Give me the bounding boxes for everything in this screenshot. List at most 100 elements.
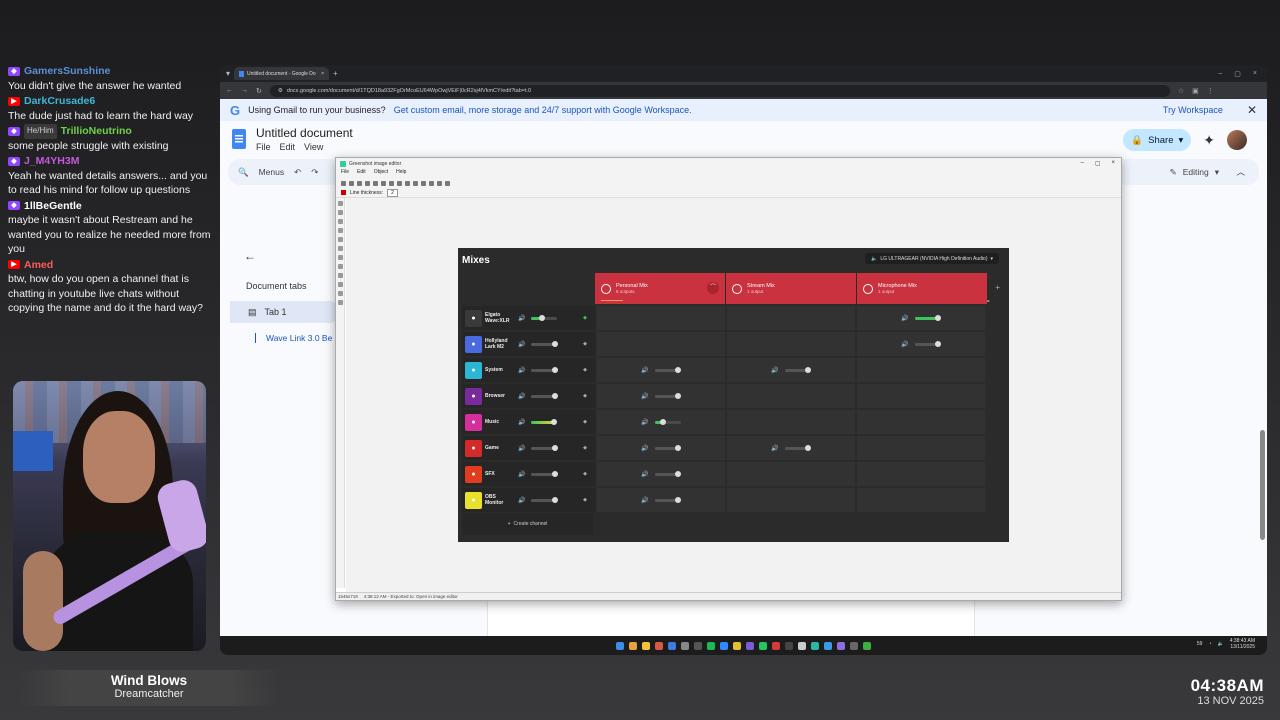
mix-cell[interactable] (727, 462, 855, 486)
chat-username[interactable]: TrillioNeutrino (61, 124, 132, 139)
slider-knob[interactable] (805, 367, 812, 373)
channel-link-icon[interactable]: ◆ (583, 315, 587, 321)
mix-speaker-icon[interactable]: 🔊 (641, 393, 648, 400)
email-icon[interactable] (429, 180, 434, 186)
highlight-tool-icon[interactable] (338, 282, 343, 287)
slider-knob[interactable] (675, 393, 682, 399)
mix-cell[interactable]: 🔊 (727, 358, 855, 382)
app-icon-7[interactable] (746, 641, 754, 650)
slider-knob[interactable] (551, 367, 558, 373)
share-icon[interactable] (421, 180, 426, 186)
mix-header-2[interactable]: Microphone Mix 1 output (857, 273, 987, 304)
volume-slider[interactable] (531, 419, 558, 425)
mix-cell[interactable] (597, 306, 725, 330)
mix-header-1[interactable]: Stream Mix 1 output (726, 273, 856, 304)
editor-canvas[interactable]: Mixes 🔈 LG ULTRAGEAR (NVIDIA High Defini… (346, 198, 1121, 592)
slider-knob[interactable] (551, 471, 558, 477)
tab-search-icon[interactable]: ▾ (226, 69, 230, 78)
avatar[interactable] (1227, 130, 1247, 150)
editor-menu-edit[interactable]: Edit (357, 169, 366, 178)
channel-link-icon[interactable]: ◆ (583, 445, 587, 451)
banner-close-icon[interactable]: ✕ (1247, 103, 1257, 117)
crop-tool-icon[interactable] (338, 300, 343, 305)
slider-knob[interactable] (675, 367, 682, 373)
docs-logo-icon[interactable] (232, 129, 246, 149)
app-icon-3[interactable] (681, 641, 689, 650)
channel-link-icon[interactable]: ◆ (583, 419, 587, 425)
mix-cell[interactable] (727, 410, 855, 434)
channel-strip[interactable]: ● OBS Monitor 🔊 ◆ (462, 488, 595, 512)
line-thickness-value[interactable]: 2 (387, 188, 398, 197)
docs-menu-edit[interactable]: Edit (280, 142, 296, 152)
upload-icon[interactable] (413, 180, 418, 186)
copy-icon[interactable] (349, 180, 354, 186)
slider-knob[interactable] (550, 419, 557, 425)
app-icon-4[interactable] (694, 641, 702, 650)
crop-icon[interactable] (397, 180, 402, 186)
channel-link-icon[interactable]: ◆ (583, 497, 587, 503)
chat-username[interactable]: DarkCrusade6 (24, 94, 95, 109)
ear-monitor-icon[interactable]: ⌒ (707, 282, 719, 294)
mix-cell[interactable]: 🔊 (857, 332, 985, 356)
mix-cell[interactable]: 🔊 (597, 384, 725, 408)
collapse-toolbar-icon[interactable]: ︿ (1236, 166, 1245, 178)
obfuscate-tool-icon[interactable] (338, 291, 343, 296)
channel-mute-icon[interactable]: 🔊 (518, 315, 525, 322)
chrome-icon[interactable] (629, 641, 637, 650)
back-icon[interactable]: ← (226, 87, 233, 94)
share-button[interactable]: 🔒 Share ▾ (1123, 129, 1192, 151)
mix-cell[interactable]: 🔊 (597, 488, 725, 512)
output-device-select[interactable]: 🔈 LG ULTRAGEAR (NVIDIA High Definition A… (865, 253, 999, 264)
channel-mute-icon[interactable]: 🔊 (518, 367, 525, 374)
greenshot-taskbar-icon[interactable] (863, 641, 871, 650)
channel-mute-icon[interactable]: 🔊 (518, 497, 525, 504)
app-icon-6[interactable] (733, 641, 741, 650)
line-color-icon[interactable] (341, 190, 346, 195)
close-icon[interactable]: × (1253, 70, 1257, 78)
editor-menu-object[interactable]: Object (374, 169, 388, 178)
arrow-tool-icon[interactable] (338, 237, 343, 242)
redo-icon[interactable]: ↷ (311, 167, 318, 178)
gemini-icon[interactable]: ✦ (1203, 132, 1215, 149)
editor-menu-file[interactable]: File (341, 169, 349, 178)
volume-slider[interactable] (654, 471, 682, 477)
mix-cell[interactable] (727, 384, 855, 408)
app-icon-5[interactable] (720, 641, 728, 650)
mix-cell[interactable] (727, 488, 855, 512)
volume-slider[interactable] (531, 445, 558, 451)
mix-cell[interactable]: 🔊 (597, 436, 725, 460)
slider-knob[interactable] (538, 315, 545, 321)
app-icon-13[interactable] (824, 641, 832, 650)
try-workspace-link[interactable]: Try Workspace (1163, 105, 1223, 115)
cut-icon[interactable] (365, 180, 370, 186)
mix-speaker-icon[interactable]: 🔊 (901, 341, 908, 348)
clipboard-icon[interactable] (437, 180, 442, 186)
mix-header-0[interactable]: Personal Mix 6 outputs ⌒ (595, 273, 725, 304)
chat-username[interactable]: 1llBeGentle (24, 199, 82, 214)
slider-knob[interactable] (675, 445, 682, 451)
speechbubble-tool-icon[interactable] (338, 264, 343, 269)
slider-knob[interactable] (551, 497, 558, 503)
redo-icon[interactable] (389, 180, 394, 186)
channel-strip[interactable]: ● Hollyland Lark M2 🔊 ◆ (462, 332, 595, 356)
app-icon-1[interactable] (655, 641, 663, 650)
volume-slider[interactable] (531, 315, 558, 321)
chat-username[interactable]: J_M4YH3M (24, 154, 79, 169)
volume-slider[interactable] (914, 341, 942, 347)
mix-cell[interactable] (857, 384, 985, 408)
app-icon-15[interactable] (850, 641, 858, 650)
chat-username[interactable]: Amed (24, 258, 53, 273)
channel-mute-icon[interactable]: 🔊 (518, 445, 525, 452)
menu-dots-icon[interactable]: ⋮ (1207, 87, 1214, 95)
mix-speaker-icon[interactable]: 🔊 (771, 367, 778, 374)
app-icon-8[interactable] (759, 641, 767, 650)
volume-slider[interactable] (654, 367, 682, 373)
cursor-tool-icon[interactable] (338, 201, 343, 206)
reload-icon[interactable]: ↻ (256, 87, 262, 95)
mix-cell[interactable] (727, 332, 855, 356)
editing-mode-button[interactable]: ✎ Editing ▾ (1170, 167, 1219, 178)
channel-link-icon[interactable]: ◆ (583, 367, 587, 373)
mix-cell[interactable] (857, 462, 985, 486)
slider-knob[interactable] (675, 497, 682, 503)
app-icon-11[interactable] (798, 641, 806, 650)
